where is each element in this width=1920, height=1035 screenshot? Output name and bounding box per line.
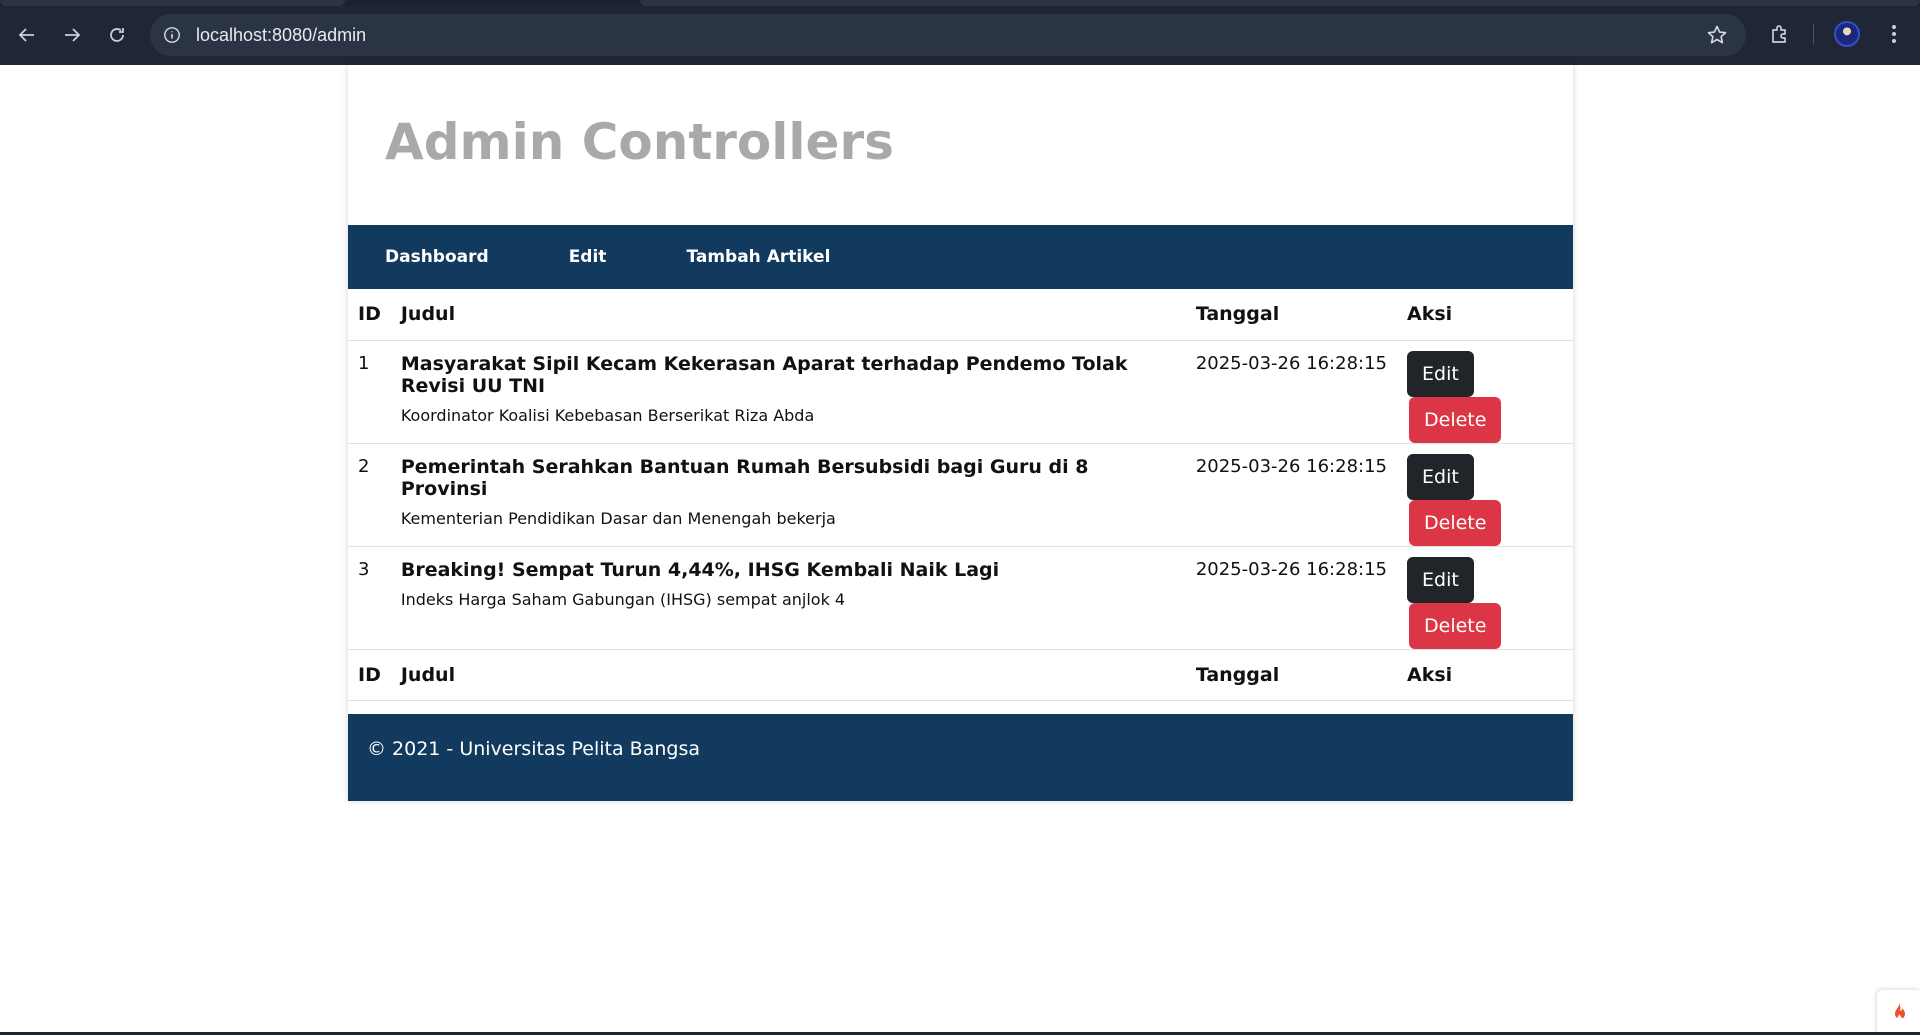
nav-dashboard[interactable]: Dashboard — [385, 247, 489, 267]
delete-button[interactable]: Delete — [1409, 602, 1502, 649]
main-nav: Dashboard Edit Tambah Artikel — [348, 225, 1573, 289]
table-row: 2 Pemerintah Serahkan Bantuan Rumah Bers… — [348, 443, 1573, 547]
flame-icon — [1894, 1002, 1905, 1021]
delete-button[interactable]: Delete — [1409, 396, 1502, 443]
reload-icon — [110, 28, 124, 42]
table-row: 3 Breaking! Sempat Turun 4,44%, IHSG Kem… — [348, 546, 1573, 650]
table-footer-row: ID Judul Tanggal Aksi — [348, 649, 1573, 701]
forward-button[interactable] — [57, 20, 87, 50]
col-header-tanggal: Tanggal — [1185, 289, 1397, 341]
article-excerpt: Indeks Harga Saham Gabungan (IHSG) sempa… — [400, 589, 846, 609]
article-title: Breaking! Sempat Turun 4,44%, IHSG Kemba… — [400, 558, 1000, 581]
row-id: 3 — [348, 546, 391, 650]
site-info-icon[interactable] — [162, 25, 182, 45]
row-date: 2025-03-26 16:28:15 — [1185, 340, 1397, 444]
debug-toolbar-flame-button[interactable] — [1877, 990, 1920, 1035]
tab-inactive-edge[interactable] — [640, 0, 1920, 6]
row-date: 2025-03-26 16:28:15 — [1185, 546, 1397, 650]
row-id: 1 — [348, 340, 391, 444]
bookmark-star-icon[interactable] — [1706, 24, 1728, 46]
page-title: Admin Controllers — [385, 113, 894, 171]
row-actions: EditDelete — [1397, 546, 1573, 650]
articles-table: ID Judul Tanggal Aksi 1 Masyarakat Sipil… — [348, 289, 1573, 701]
table-header-row: ID Judul Tanggal Aksi — [348, 289, 1573, 341]
row-judul: Masyarakat Sipil Kecam Kekerasan Aparat … — [390, 340, 1186, 444]
row-judul: Pemerintah Serahkan Bantuan Rumah Bersub… — [390, 443, 1186, 547]
col-header-aksi: Aksi — [1397, 289, 1573, 341]
edit-button[interactable]: Edit — [1407, 350, 1474, 397]
col-header-id: ID — [348, 289, 391, 341]
row-actions: EditDelete — [1397, 340, 1573, 444]
row-date: 2025-03-26 16:28:15 — [1185, 443, 1397, 547]
tab-active-edge[interactable] — [0, 0, 345, 6]
reload-button[interactable] — [102, 20, 132, 50]
toolbar-divider — [1813, 24, 1814, 44]
nav-tambah-artikel[interactable]: Tambah Artikel — [686, 247, 830, 267]
delete-button[interactable]: Delete — [1409, 499, 1502, 546]
url-text[interactable]: localhost:8080/admin — [196, 25, 366, 46]
back-button[interactable] — [12, 20, 42, 50]
page-header: Admin Controllers — [348, 65, 1573, 225]
extensions-puzzle-icon[interactable] — [1768, 22, 1792, 46]
nav-edit[interactable]: Edit — [569, 247, 607, 267]
article-title: Masyarakat Sipil Kecam Kekerasan Aparat … — [400, 352, 1128, 397]
article-excerpt: Kementerian Pendidikan Dasar dan Menenga… — [400, 508, 836, 528]
row-judul: Breaking! Sempat Turun 4,44%, IHSG Kemba… — [390, 546, 1186, 650]
row-id: 2 — [348, 443, 391, 547]
arrow-left-icon — [18, 28, 34, 42]
edit-button[interactable]: Edit — [1407, 556, 1474, 603]
arrow-right-icon — [65, 28, 81, 42]
col-footer-tanggal: Tanggal — [1185, 649, 1397, 701]
col-footer-aksi: Aksi — [1397, 649, 1573, 701]
col-header-judul: Judul — [390, 289, 1186, 341]
kebab-menu-icon[interactable] — [1882, 22, 1906, 46]
col-footer-judul: Judul — [390, 649, 1186, 701]
edit-button[interactable]: Edit — [1407, 453, 1474, 500]
browser-toolbar: localhost:8080/admin — [0, 0, 1920, 65]
tab-strip — [0, 0, 1920, 6]
page-footer: © 2021 - Universitas Pelita Bangsa — [348, 714, 1573, 801]
profile-avatar[interactable] — [1834, 21, 1860, 47]
row-actions: EditDelete — [1397, 443, 1573, 547]
footer-text: © 2021 - Universitas Pelita Bangsa — [367, 738, 700, 760]
table-row: 1 Masyarakat Sipil Kecam Kekerasan Apara… — [348, 340, 1573, 444]
address-bar[interactable]: localhost:8080/admin — [150, 14, 1746, 56]
page-container: Admin Controllers Dashboard Edit Tambah … — [348, 65, 1573, 801]
article-excerpt: Koordinator Koalisi Kebebasan Berserikat… — [400, 405, 815, 425]
article-title: Pemerintah Serahkan Bantuan Rumah Bersub… — [400, 455, 1089, 500]
col-footer-id: ID — [348, 649, 391, 701]
